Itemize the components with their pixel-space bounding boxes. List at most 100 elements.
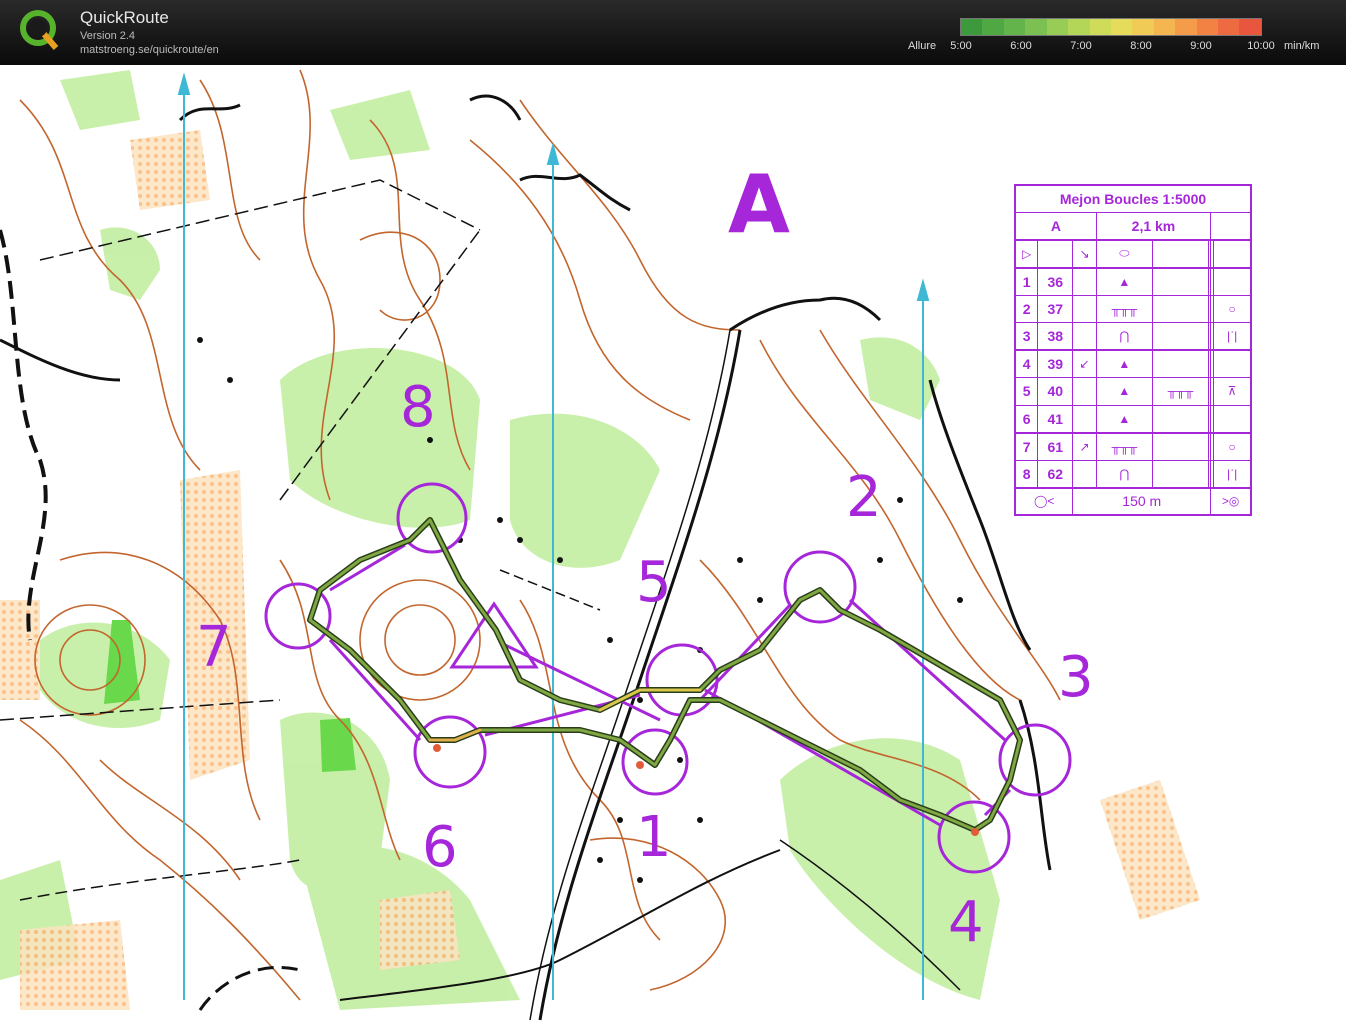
pace-color-cell (1003, 19, 1026, 35)
control-code-cell: 37 (1037, 294, 1074, 323)
finish-start-icon: ◯< (1014, 486, 1074, 516)
control-number: 5 (636, 550, 672, 615)
control-number: 3 (1058, 645, 1094, 710)
orienteering-map[interactable]: A 1 2 3 4 5 6 7 8 Mejon Boucles 1:5000 A… (0, 65, 1346, 1022)
feature-cell: ⋂ (1095, 322, 1153, 351)
detail-cell (1151, 404, 1210, 433)
course-letter: A (728, 158, 790, 251)
feature-cell: ╥╥╥ (1095, 294, 1153, 323)
direction-cell (1072, 377, 1097, 406)
control-code-cell: 61 (1037, 431, 1074, 461)
control-number-cell: 6 (1014, 404, 1039, 433)
feature-icon: ⬭ (1095, 239, 1153, 268)
pace-color-cell (1175, 19, 1197, 35)
extra-cell: ○ (1213, 294, 1252, 323)
pace-color-cell (961, 19, 983, 35)
direction-cell (1072, 322, 1097, 351)
control-number-cell: 7 (1014, 431, 1039, 461)
control-number-cell: 2 (1014, 294, 1039, 323)
pace-color-cell (1110, 19, 1133, 35)
direction-icon: ↘ (1072, 239, 1097, 268)
direction-cell: ↙ (1072, 349, 1097, 378)
description-row: 1 36 ▲ (1014, 266, 1252, 296)
feature-cell: ▲ (1095, 349, 1153, 378)
control-description-table: Mejon Boucles 1:5000 A 2,1 km ▷ ↘ ⬭ 1 36 ▲… (1014, 184, 1252, 516)
control-code-cell: 41 (1037, 404, 1074, 433)
control-number: 4 (948, 890, 984, 955)
feature-cell: ▲ (1095, 404, 1153, 433)
description-title: Mejon Boucles 1:5000 (1014, 184, 1252, 213)
app-title: QuickRoute (80, 8, 169, 27)
feature-cell: ╥╥╥ (1095, 431, 1153, 461)
pace-color-cell (1239, 19, 1261, 35)
extra-cell: ○ (1213, 431, 1252, 461)
extra-cell (1213, 349, 1252, 378)
control-number: 7 (196, 615, 232, 680)
control-number-cell: 5 (1014, 377, 1039, 406)
control-number: 8 (400, 375, 436, 440)
direction-cell (1072, 266, 1097, 296)
description-course: A (1014, 212, 1097, 241)
control-number-cell: 3 (1014, 322, 1039, 351)
pace-color-cell (982, 19, 1004, 35)
pace-color-cell (1132, 19, 1154, 35)
control-number: 2 (846, 465, 882, 530)
extra-cell: |ˈ| (1213, 459, 1252, 488)
direction-cell (1072, 459, 1097, 488)
description-row: 5 40 ▲ ╥╥╥ ⊼ (1014, 377, 1252, 406)
detail-cell: ╥╥╥ (1151, 377, 1210, 406)
detail-cell (1151, 459, 1210, 488)
paths (0, 179, 961, 1021)
control-code-cell: 38 (1037, 322, 1074, 351)
control-number: 6 (422, 815, 458, 880)
finish-distance: 150 m (1072, 486, 1212, 516)
description-row: 8 62 ⋂ |ˈ| (1014, 459, 1252, 488)
direction-cell: ↗ (1072, 431, 1097, 461)
detail-cell (1151, 349, 1210, 378)
extra-cell: ⊼ (1213, 377, 1252, 406)
feature-cell: ▲ (1095, 377, 1153, 406)
start-triangle (449, 601, 539, 669)
pace-color-cell (1153, 19, 1176, 35)
extra-cell: |ˈ| (1213, 322, 1252, 351)
description-row: 4 39 ↙ ▲ (1014, 349, 1252, 378)
pace-color-scale (960, 18, 1262, 36)
pace-scale-label: Allure (908, 40, 937, 52)
extra-cell (1213, 266, 1252, 296)
detail-cell (1151, 431, 1210, 461)
pace-color-cell (1046, 19, 1069, 35)
start-symbol-icon: ▷ (1014, 239, 1039, 268)
extra-cell (1213, 404, 1252, 433)
pace-scale-unit: min/km (1284, 40, 1320, 52)
control-code-cell: 36 (1037, 266, 1074, 296)
app-version: Version 2.4 (80, 30, 136, 42)
control-number: 1 (636, 805, 672, 870)
pace-tick: 7:00 (1070, 40, 1092, 52)
pace-tick: 10:00 (1247, 40, 1275, 52)
pace-tick: 9:00 (1190, 40, 1212, 52)
pace-tick: 8:00 (1130, 40, 1152, 52)
app-url[interactable]: matstroeng.se/quickroute/en (80, 44, 219, 56)
quickroute-logo-icon (20, 10, 59, 50)
pace-color-cell (1068, 19, 1090, 35)
detail-cell (1151, 266, 1210, 296)
control-code-cell: 39 (1037, 349, 1074, 378)
pace-color-cell (1196, 19, 1219, 35)
control-code-cell: 40 (1037, 377, 1074, 406)
description-row: 7 61 ↗ ╥╥╥ ○ (1014, 431, 1252, 461)
app-header: QuickRoute Version 2.4 matstroeng.se/qui… (0, 0, 1346, 65)
detail-cell (1151, 294, 1210, 323)
finish-circle-icon: >◎ (1210, 486, 1252, 516)
feature-cell: ▲ (1095, 266, 1153, 296)
direction-cell (1072, 294, 1097, 323)
control-number-cell: 8 (1014, 459, 1039, 488)
pace-color-cell (1025, 19, 1047, 35)
vegetation-areas (0, 70, 1000, 1010)
pace-color-cell (1089, 19, 1111, 35)
feature-cell: ⋂ (1095, 459, 1153, 488)
pace-tick: 6:00 (1010, 40, 1032, 52)
detail-cell (1151, 322, 1210, 351)
direction-cell (1072, 404, 1097, 433)
pace-color-cell (1218, 19, 1240, 35)
control-number-cell: 4 (1014, 349, 1039, 378)
